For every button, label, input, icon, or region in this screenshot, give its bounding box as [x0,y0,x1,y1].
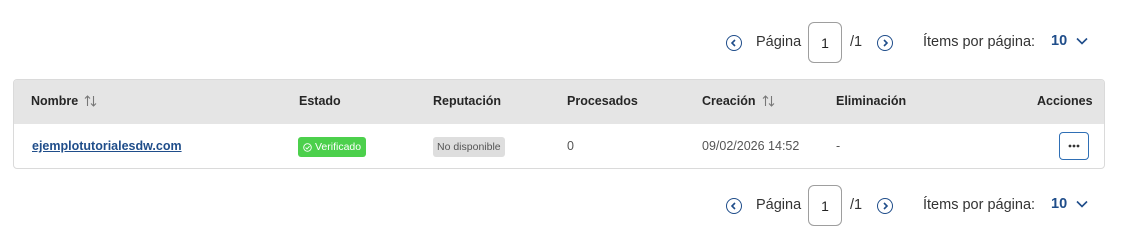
prev-page-icon[interactable] [726,198,742,214]
page-label: Página [756,34,802,50]
prev-page-icon[interactable] [726,35,742,51]
total-pages: /1 [850,197,863,213]
reputation-badge: No disponible [433,137,505,157]
status-badge: Verificado [298,137,367,157]
sort-arrows-icon[interactable] [84,95,97,107]
items-per-page-label: Ítems por página: [923,34,1036,50]
more-horizontal-icon [1068,144,1080,148]
pagination-top: Página /1 Ítems por página: 10 [0,21,1122,65]
chevron-down-icon [1076,200,1088,208]
table-row: ejemplotutorialesdw.com Verificado No di… [14,124,1104,168]
page-number-input[interactable] [808,22,842,63]
column-header-reputation: Reputación [433,94,502,108]
items-per-page-value: 10 [1051,196,1068,212]
items-per-page-label: Ítems por página: [923,197,1036,213]
next-page-icon[interactable] [877,35,893,51]
domain-name-link[interactable]: ejemplotutorialesdw.com [32,139,182,153]
row-actions-button[interactable] [1059,132,1089,160]
processed-count: 0 [567,139,574,153]
domains-table: Nombre Estado Reputación Procesados Crea… [13,79,1105,169]
sort-arrows-icon[interactable] [762,95,775,107]
column-header-status: Estado [299,94,341,108]
items-per-page-select[interactable]: 10 [1051,196,1088,212]
chevron-down-icon [1076,37,1088,45]
column-header-created[interactable]: Creación [702,94,775,108]
column-header-name[interactable]: Nombre [31,94,97,108]
items-per-page-value: 10 [1051,33,1068,49]
column-header-actions: Acciones [1037,94,1093,108]
column-header-deletion: Eliminación [836,94,907,108]
next-page-icon[interactable] [877,198,893,214]
table-header: Nombre Estado Reputación Procesados Crea… [14,80,1104,124]
check-circle-icon [303,142,312,152]
items-per-page-select[interactable]: 10 [1051,33,1088,49]
created-date: 09/02/2026 14:52 [702,139,800,153]
pagination-bottom: Página /1 Ítems por página: 10 [0,184,1122,228]
column-header-processed: Procesados [567,94,638,108]
total-pages: /1 [850,34,863,50]
deletion-date: - [836,139,841,153]
page-label: Página [756,197,802,213]
page-number-input[interactable] [808,185,842,226]
